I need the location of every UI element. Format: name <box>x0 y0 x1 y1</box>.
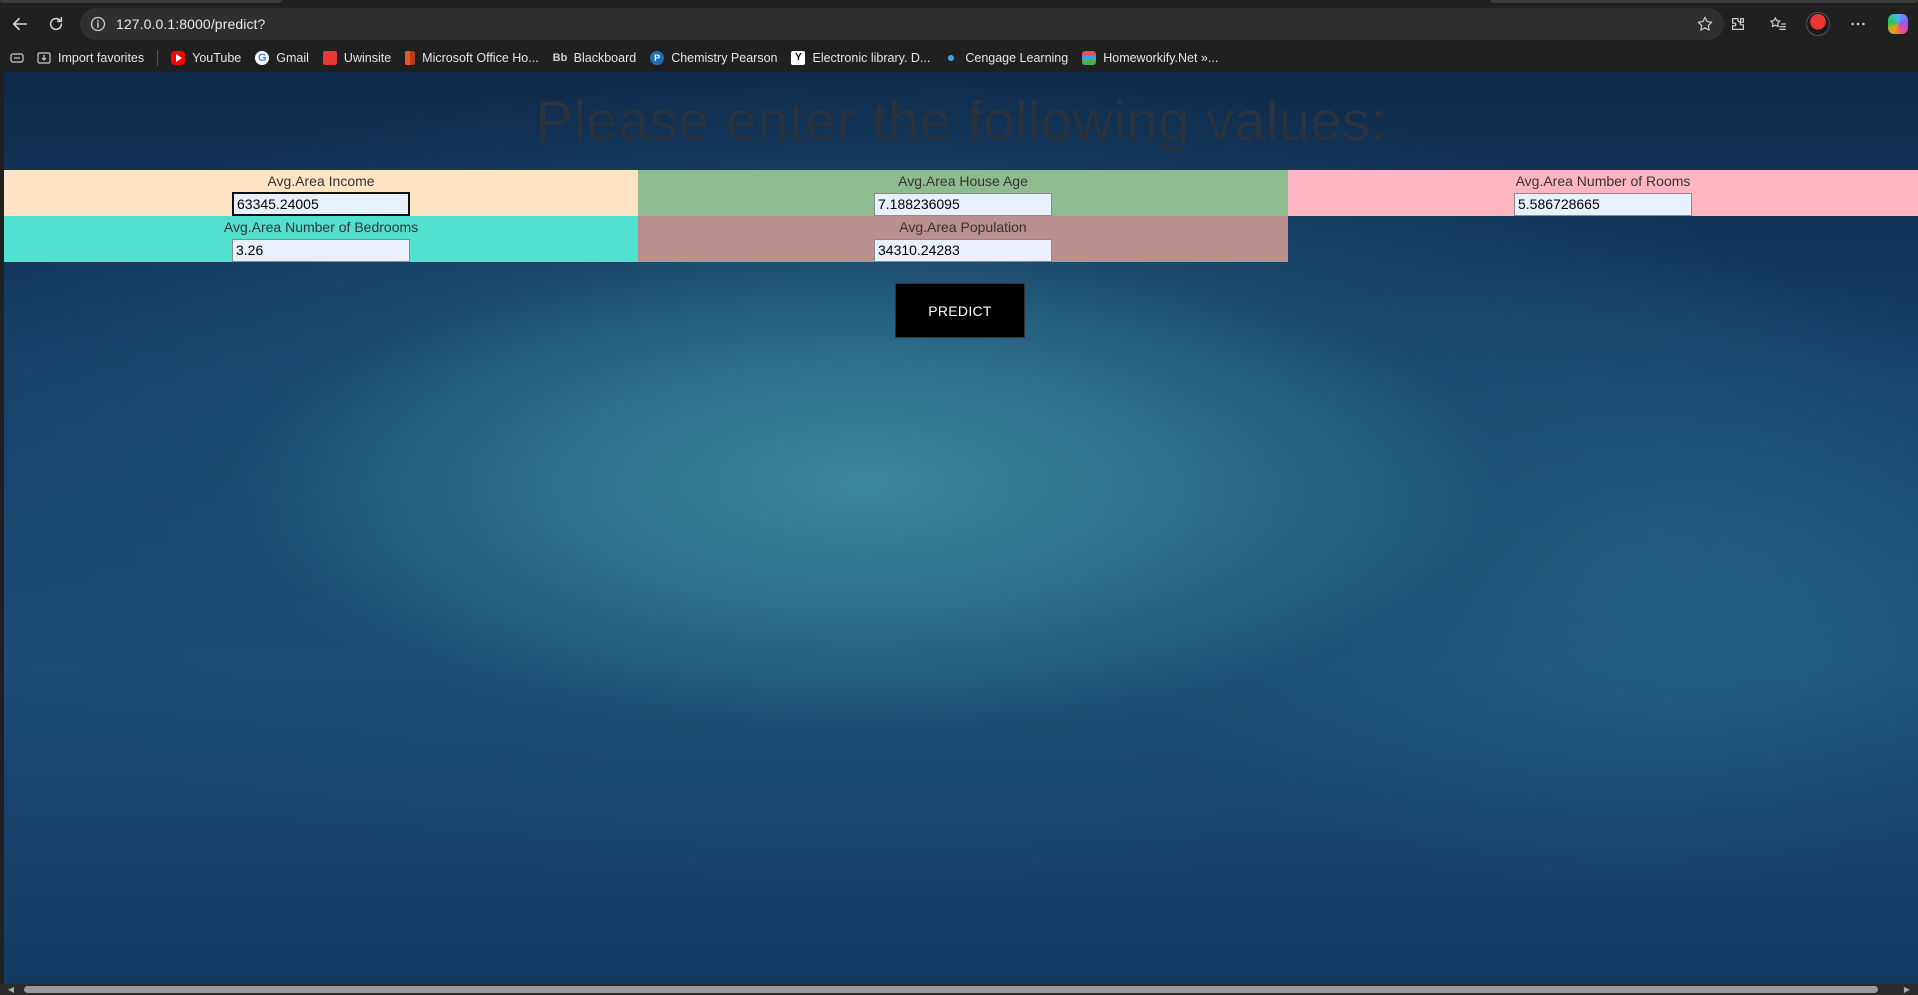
fav-label: Homeworkify.Net »... <box>1103 51 1219 65</box>
address-bar[interactable]: 127.0.0.1:8000/predict? <box>80 8 1724 40</box>
field-label: Avg.Area House Age <box>898 173 1028 189</box>
avatar <box>1806 12 1830 36</box>
refresh-icon <box>49 16 63 31</box>
fav-label: Cengage Learning <box>965 51 1069 65</box>
youtube-icon <box>171 51 186 65</box>
fav-label: Gmail <box>276 51 309 65</box>
google-icon: G <box>255 51 270 65</box>
bar-menu-icon <box>10 53 24 63</box>
fav-import-favorites[interactable]: Import favorites <box>30 46 151 70</box>
favorite-star-icon[interactable] <box>1696 15 1714 33</box>
uwinsite-icon <box>322 51 337 65</box>
pearson-icon: P <box>650 51 665 65</box>
fav-label: Microsoft Office Ho... <box>422 51 539 65</box>
fav-uwinsite[interactable]: Uwinsite <box>316 46 398 70</box>
scroll-right-arrow-icon[interactable]: ▶ <box>1902 985 1912 994</box>
fav-chemistry-pearson[interactable]: P Chemistry Pearson <box>643 46 784 70</box>
library-icon: Y <box>791 51 806 65</box>
fav-label: Chemistry Pearson <box>671 51 778 65</box>
field-avg-area-population: Avg.Area Population <box>638 216 1288 262</box>
favorites-list-icon <box>1770 17 1786 31</box>
field-avg-area-number-of-bedrooms: Avg.Area Number of Bedrooms <box>4 216 638 262</box>
tab-hint-right[interactable] <box>1490 0 1918 3</box>
fav-gmail[interactable]: G Gmail <box>248 46 316 70</box>
field-label: Avg.Area Income <box>267 173 375 189</box>
fav-cengage-learning[interactable]: Cengage Learning <box>937 46 1075 70</box>
cengage-icon <box>944 51 959 65</box>
tab-hint-left[interactable] <box>0 0 282 3</box>
horizontal-scrollbar[interactable]: ◀ ▶ <box>0 984 1918 995</box>
back-arrow-icon <box>12 17 28 31</box>
avg-area-house-age-input[interactable] <box>874 192 1052 216</box>
browser-toolbar: 127.0.0.1:8000/predict? <box>0 4 1918 44</box>
fav-label: Uwinsite <box>343 51 392 65</box>
field-label: Avg.Area Number of Bedrooms <box>223 219 419 235</box>
page-title: Please enter the following values: <box>535 89 1387 152</box>
back-button[interactable] <box>4 8 36 40</box>
scrollbar-thumb[interactable] <box>24 986 1878 993</box>
avg-area-number-of-rooms-input[interactable] <box>1514 192 1692 216</box>
fav-label: Blackboard <box>573 51 637 65</box>
url-text[interactable]: 127.0.0.1:8000/predict? <box>116 16 265 32</box>
favorites-button[interactable] <box>1758 8 1798 40</box>
fav-homeworkify[interactable]: Homeworkify.Net »... <box>1075 46 1225 70</box>
import-icon <box>37 52 51 64</box>
more-dots-icon <box>1851 22 1865 26</box>
info-icon[interactable] <box>90 16 106 32</box>
blackboard-icon: Bb <box>552 52 568 64</box>
more-menu-button[interactable] <box>1838 8 1878 40</box>
field-avg-area-number-of-rooms: Avg.Area Number of Rooms <box>1288 170 1918 216</box>
field-avg-area-income: Avg.Area Income <box>4 170 638 216</box>
extensions-button[interactable] <box>1718 8 1758 40</box>
avg-area-income-input[interactable] <box>232 192 410 216</box>
profile-button[interactable] <box>1798 8 1838 40</box>
copilot-icon <box>1888 14 1908 34</box>
fav-youtube[interactable]: YouTube <box>164 46 248 70</box>
avg-area-number-of-bedrooms-input[interactable] <box>232 238 410 262</box>
fav-label: Import favorites <box>58 51 145 65</box>
page-viewport: Please enter the following values: Avg.A… <box>4 72 1918 984</box>
scroll-left-arrow-icon[interactable]: ◀ <box>6 985 16 994</box>
fav-label: YouTube <box>192 51 242 65</box>
fav-electronic-library[interactable]: Y Electronic library. D... <box>784 46 937 70</box>
field-label: Avg.Area Population <box>899 219 1027 235</box>
fav-microsoft-office[interactable]: Microsoft Office Ho... <box>398 46 545 70</box>
favorites-bar-menu[interactable] <box>0 46 30 70</box>
homeworkify-icon <box>1082 51 1097 65</box>
extensions-icon <box>1731 17 1745 31</box>
fav-label: Electronic library. D... <box>812 51 931 65</box>
favorites-separator <box>157 50 159 66</box>
refresh-button[interactable] <box>40 8 72 40</box>
avg-area-population-input[interactable] <box>874 238 1052 262</box>
predict-button[interactable]: PREDICT <box>895 283 1025 338</box>
field-avg-area-house-age: Avg.Area House Age <box>638 170 1288 216</box>
favorites-bar: Import favorites YouTube G Gmail Uwinsit… <box>0 44 1918 72</box>
office-icon <box>405 51 416 65</box>
toolbar-right-icons <box>1718 8 1918 40</box>
copilot-button[interactable] <box>1878 8 1918 40</box>
field-label: Avg.Area Number of Rooms <box>1515 173 1691 189</box>
fav-blackboard[interactable]: Bb Blackboard <box>546 46 644 70</box>
